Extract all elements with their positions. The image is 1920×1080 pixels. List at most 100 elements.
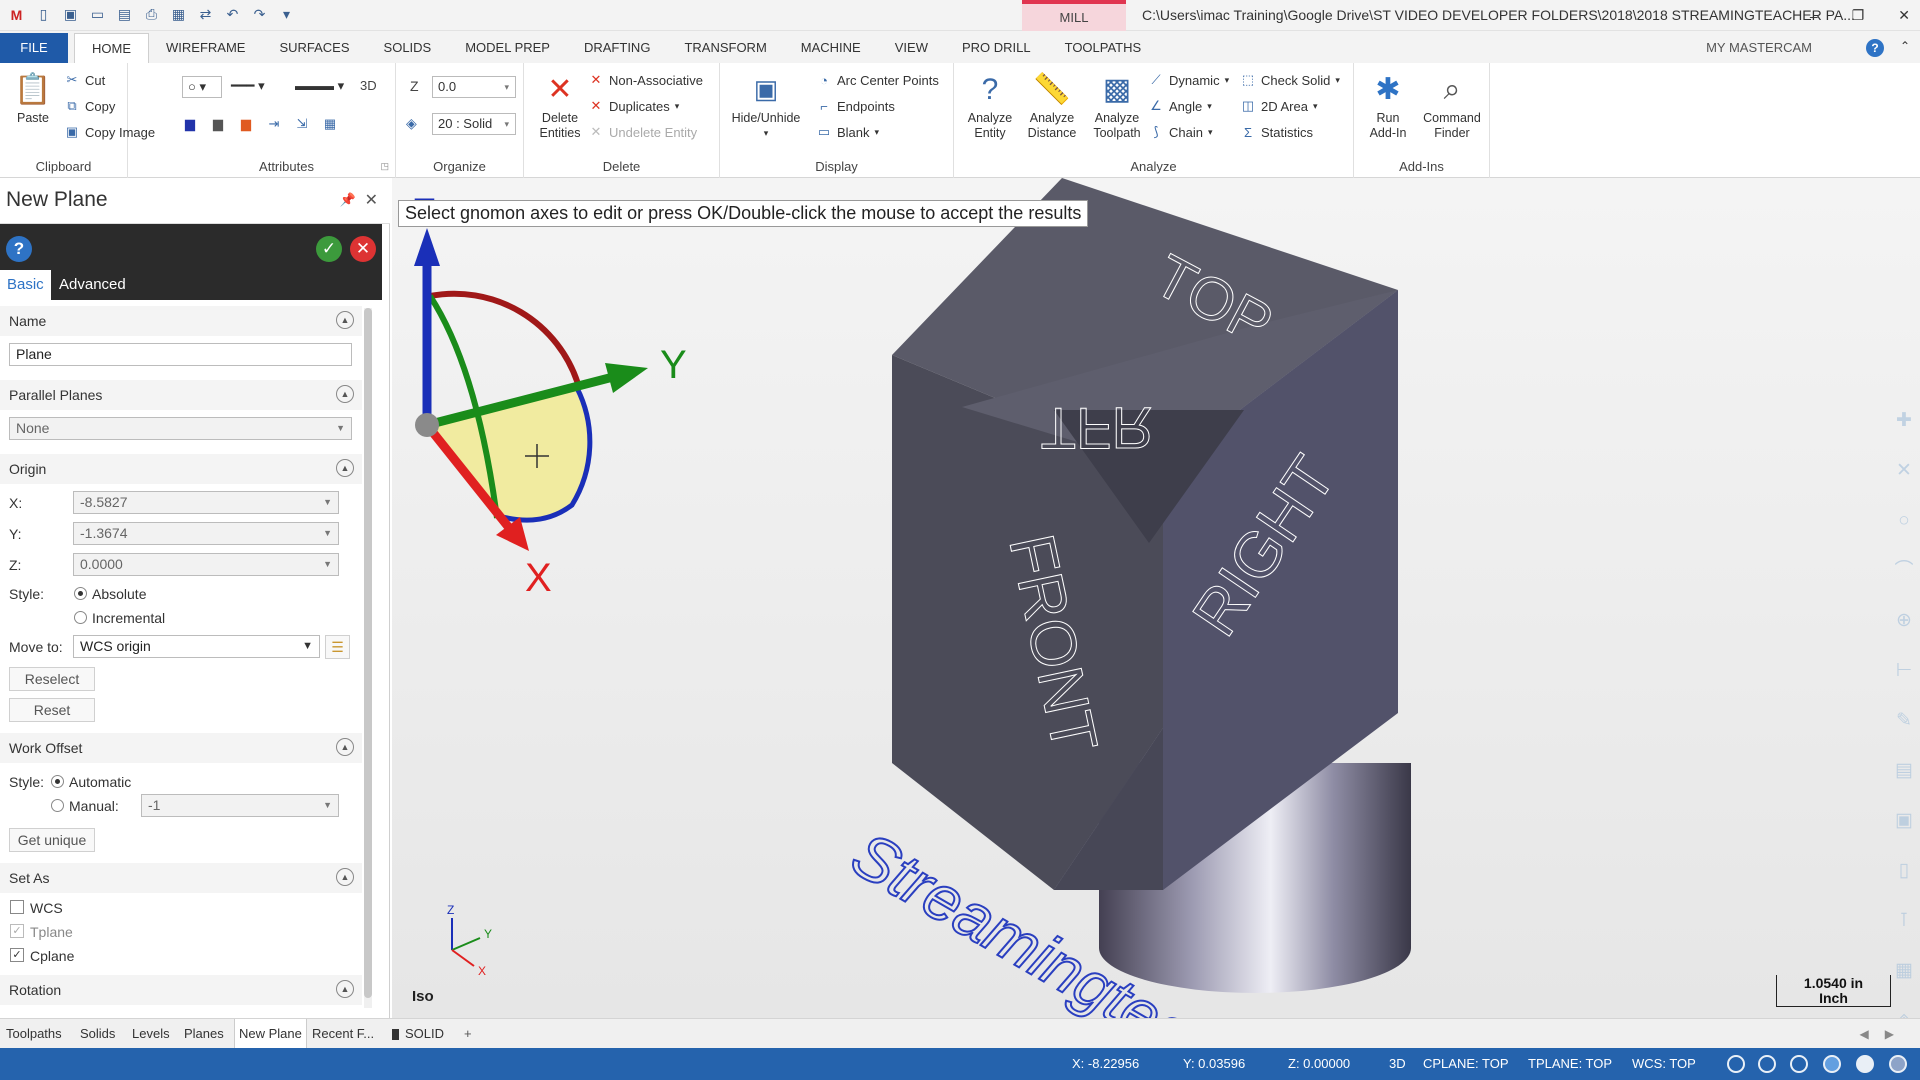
tab-file[interactable]: FILE <box>0 33 68 63</box>
absolute-radio[interactable] <box>74 587 87 600</box>
tab-basic[interactable]: Basic <box>0 270 51 300</box>
globe-icon[interactable] <box>1727 1055 1745 1073</box>
cut-button[interactable]: ✂ Cut <box>64 69 106 91</box>
parallel-planes-dropdown[interactable]: None ▼ <box>9 417 352 440</box>
sphere-outline-icon[interactable] <box>1790 1055 1808 1073</box>
manual-offset-input[interactable]: -1 ▼ <box>141 794 339 817</box>
viewport-scene[interactable]: TOP TFR FRONT RIGHT Streamingteac Z Y X <box>392 178 1920 1018</box>
plane-name-input[interactable]: Plane <box>9 343 352 366</box>
move-to-options-button[interactable]: ☰ <box>325 635 350 659</box>
manual-radio[interactable] <box>51 799 64 812</box>
graphics-viewport[interactable]: TOP TFR FRONT RIGHT Streamingteac Z Y X <box>392 178 1920 1018</box>
delete-entities-button[interactable]: ✕ Delete Entities <box>530 69 590 141</box>
reset-button[interactable]: Reset <box>9 698 95 722</box>
close-window-button[interactable]: ✕ <box>1898 7 1910 24</box>
undo-icon[interactable]: ↶ <box>222 4 243 25</box>
help-icon[interactable]: ? <box>6 236 32 262</box>
customize-qat-icon[interactable]: ▾ <box>276 4 297 25</box>
arc-center-points-button[interactable]: ◔ Arc Center Points <box>816 69 939 91</box>
chevron-up-icon[interactable]: ▲ <box>336 980 354 998</box>
tab-planes-manager[interactable]: Planes <box>184 1019 224 1049</box>
statistics-button[interactable]: Σ Statistics <box>1240 121 1313 143</box>
surface-color-icon[interactable]: ▆ <box>238 116 254 132</box>
restore-button[interactable]: ❐ <box>1852 7 1865 24</box>
point-style-dropdown[interactable]: ○ ▾ <box>182 76 222 98</box>
white-sphere-icon[interactable] <box>1856 1055 1874 1073</box>
scrollbar-thumb[interactable] <box>364 308 372 998</box>
tab-new-plane[interactable]: New Plane <box>234 1019 307 1049</box>
origin-y-input[interactable]: -1.3674 ▼ <box>73 522 339 545</box>
minimize-button[interactable]: – <box>1810 8 1818 24</box>
tab-wireframe[interactable]: WIREFRAME <box>149 33 262 63</box>
cube-icon[interactable]: ▣ <box>1891 808 1917 834</box>
z-depth-input[interactable]: 0.0 ▾ <box>432 76 516 98</box>
tab-solids-manager[interactable]: Solids <box>80 1019 115 1049</box>
origin-x-input[interactable]: -8.5827 ▼ <box>73 491 339 514</box>
status-3d-mode[interactable]: 3D <box>1389 1048 1406 1080</box>
viewsheet-tab-solid[interactable]: SOLID + <box>392 1019 472 1049</box>
wcs-checkbox[interactable] <box>10 900 24 914</box>
layers-icon[interactable]: ▤ <box>1891 758 1917 784</box>
analyze-toolpath-button[interactable]: ▩ Analyze Toolpath <box>1086 69 1148 141</box>
tab-surfaces[interactable]: SURFACES <box>262 33 366 63</box>
mastercam-logo-icon[interactable]: M <box>6 4 27 25</box>
set-all-icon[interactable]: ⇥ <box>266 116 282 132</box>
tab-levels-manager[interactable]: Levels <box>132 1019 170 1049</box>
target-icon[interactable]: ⊕ <box>1891 608 1917 634</box>
print-icon[interactable]: ⎙ <box>141 4 162 25</box>
shaded-sphere-icon[interactable] <box>1823 1055 1841 1073</box>
tab-pro-drill[interactable]: PRO DRILL <box>945 33 1048 63</box>
level-dropdown[interactable]: 20 : Solid ▾ <box>432 113 516 135</box>
chevron-up-icon[interactable]: ▲ <box>336 868 354 886</box>
origin-section-header[interactable]: Origin ▲ <box>0 454 362 484</box>
wireframe-color-icon[interactable]: ▆ <box>182 116 198 132</box>
dimension-icon[interactable]: ⊢ <box>1891 658 1917 684</box>
2d-area-button[interactable]: ◫ 2D Area ▾ <box>1240 95 1318 117</box>
tab-model-prep[interactable]: MODEL PREP <box>448 33 567 63</box>
copy-button[interactable]: ⧉ Copy <box>64 95 115 117</box>
solid-color-icon[interactable]: ▆ <box>210 116 226 132</box>
tab-view[interactable]: VIEW <box>878 33 945 63</box>
tab-recent-functions[interactable]: Recent F... <box>312 1019 374 1049</box>
endpoints-button[interactable]: ⌐ Endpoints <box>816 95 895 117</box>
globe-wire-icon[interactable] <box>1758 1055 1776 1073</box>
tab-advanced[interactable]: Advanced <box>52 270 133 300</box>
help-icon[interactable]: ? <box>1866 39 1884 57</box>
analyze-entity-button[interactable]: ? Analyze Entity <box>962 69 1018 141</box>
attributes-dialog-launcher-icon[interactable]: ◳ <box>380 161 389 172</box>
status-tplane[interactable]: TPLANE: TOP <box>1528 1048 1612 1080</box>
open-icon[interactable]: ▭ <box>87 4 108 25</box>
chain-button[interactable]: ⟆ Chain ▾ <box>1148 121 1212 143</box>
save-icon[interactable]: ▣ <box>60 4 81 25</box>
tab-home[interactable]: HOME <box>74 33 149 63</box>
grid-icon[interactable]: ▦ <box>1891 958 1917 984</box>
dynamic-button[interactable]: ⟋ Dynamic ▾ <box>1148 69 1229 91</box>
status-wcs[interactable]: WCS: TOP <box>1632 1048 1696 1080</box>
3d-mode-toggle[interactable]: 3D <box>360 78 377 93</box>
cancel-x-icon[interactable]: ✕ <box>350 236 376 262</box>
curve-icon[interactable]: ⌒ <box>1891 558 1917 584</box>
gnomon-origin-handle[interactable] <box>415 413 439 437</box>
automatic-radio[interactable] <box>51 775 64 788</box>
convert-icon[interactable]: ⇄ <box>195 4 216 25</box>
close-icon[interactable]: ✕ <box>365 190 378 210</box>
ok-check-icon[interactable]: ✓ <box>316 236 342 262</box>
duplicates-button[interactable]: ✕ Duplicates ▾ <box>588 95 680 117</box>
tab-toolpaths-manager[interactable]: Toolpaths <box>6 1019 62 1049</box>
chevron-up-icon[interactable]: ▲ <box>336 311 354 329</box>
translucency-icon[interactable] <box>1889 1055 1907 1073</box>
tab-solids[interactable]: SOLIDS <box>367 33 449 63</box>
pin-icon[interactable]: 📌 <box>340 192 356 208</box>
copy-image-button[interactable]: ▣ Copy Image <box>64 121 155 143</box>
non-associative-button[interactable]: ✕ Non-Associative <box>588 69 703 91</box>
get-unique-button[interactable]: Get unique <box>9 828 95 852</box>
rotation-section-header[interactable]: Rotation ▲ <box>0 975 362 1005</box>
plus-icon[interactable]: ✚ <box>1891 408 1917 434</box>
cplane-checkbox[interactable]: ✓ <box>10 948 24 962</box>
move-to-dropdown[interactable]: WCS origin ▼ <box>73 635 320 658</box>
angle-button[interactable]: ∠ Angle ▾ <box>1148 95 1212 117</box>
line-width-dropdown[interactable]: ▬▬▬ ▾ <box>290 76 350 98</box>
analyze-distance-button[interactable]: 📏 Analyze Distance <box>1022 69 1082 141</box>
redo-icon[interactable]: ↷ <box>249 4 270 25</box>
page-icon[interactable]: ▯ <box>1891 858 1917 884</box>
